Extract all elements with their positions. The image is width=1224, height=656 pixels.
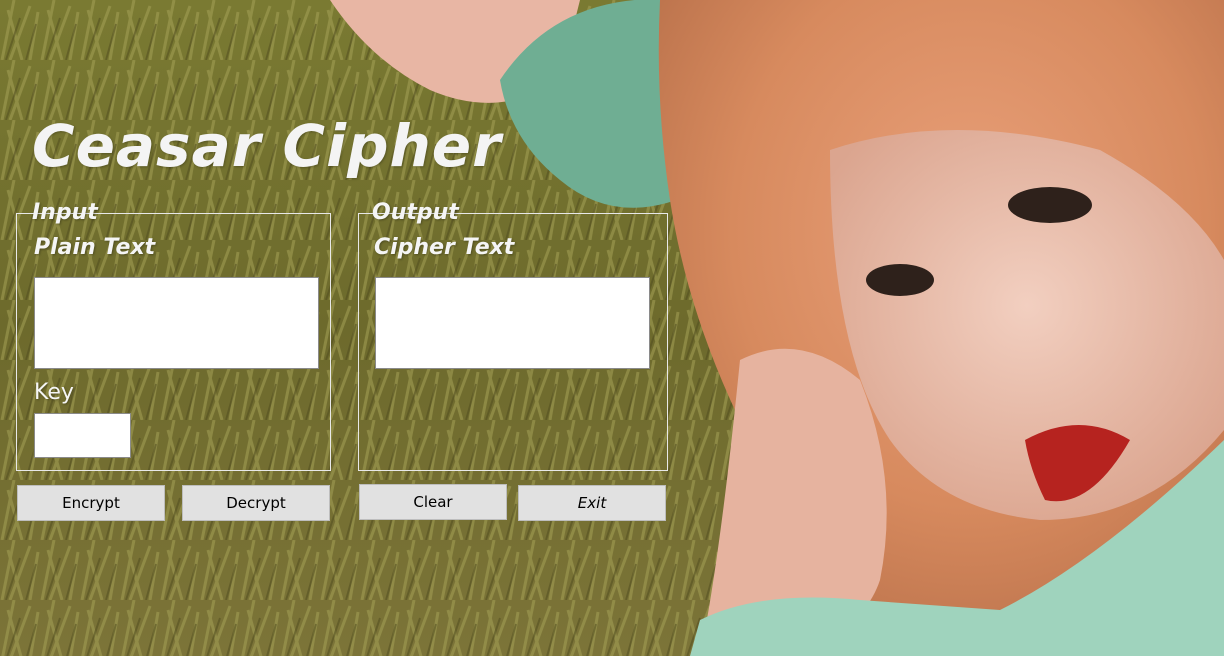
app-title: Ceasar Cipher — [32, 112, 502, 180]
input-group-legend: Input — [32, 200, 98, 225]
plain-text-label: Plain Text — [34, 235, 156, 260]
output-group-legend: Output — [372, 200, 459, 225]
decrypt-button[interactable]: Decrypt — [182, 485, 330, 521]
clear-button[interactable]: Clear — [359, 484, 507, 520]
cipher-text-output[interactable] — [375, 277, 650, 369]
key-label: Key — [34, 380, 74, 405]
plain-text-input[interactable] — [34, 277, 319, 369]
encrypt-button[interactable]: Encrypt — [17, 485, 165, 521]
exit-button[interactable]: Exit — [518, 485, 666, 521]
key-input[interactable] — [34, 413, 131, 458]
cipher-text-label: Cipher Text — [374, 235, 515, 260]
